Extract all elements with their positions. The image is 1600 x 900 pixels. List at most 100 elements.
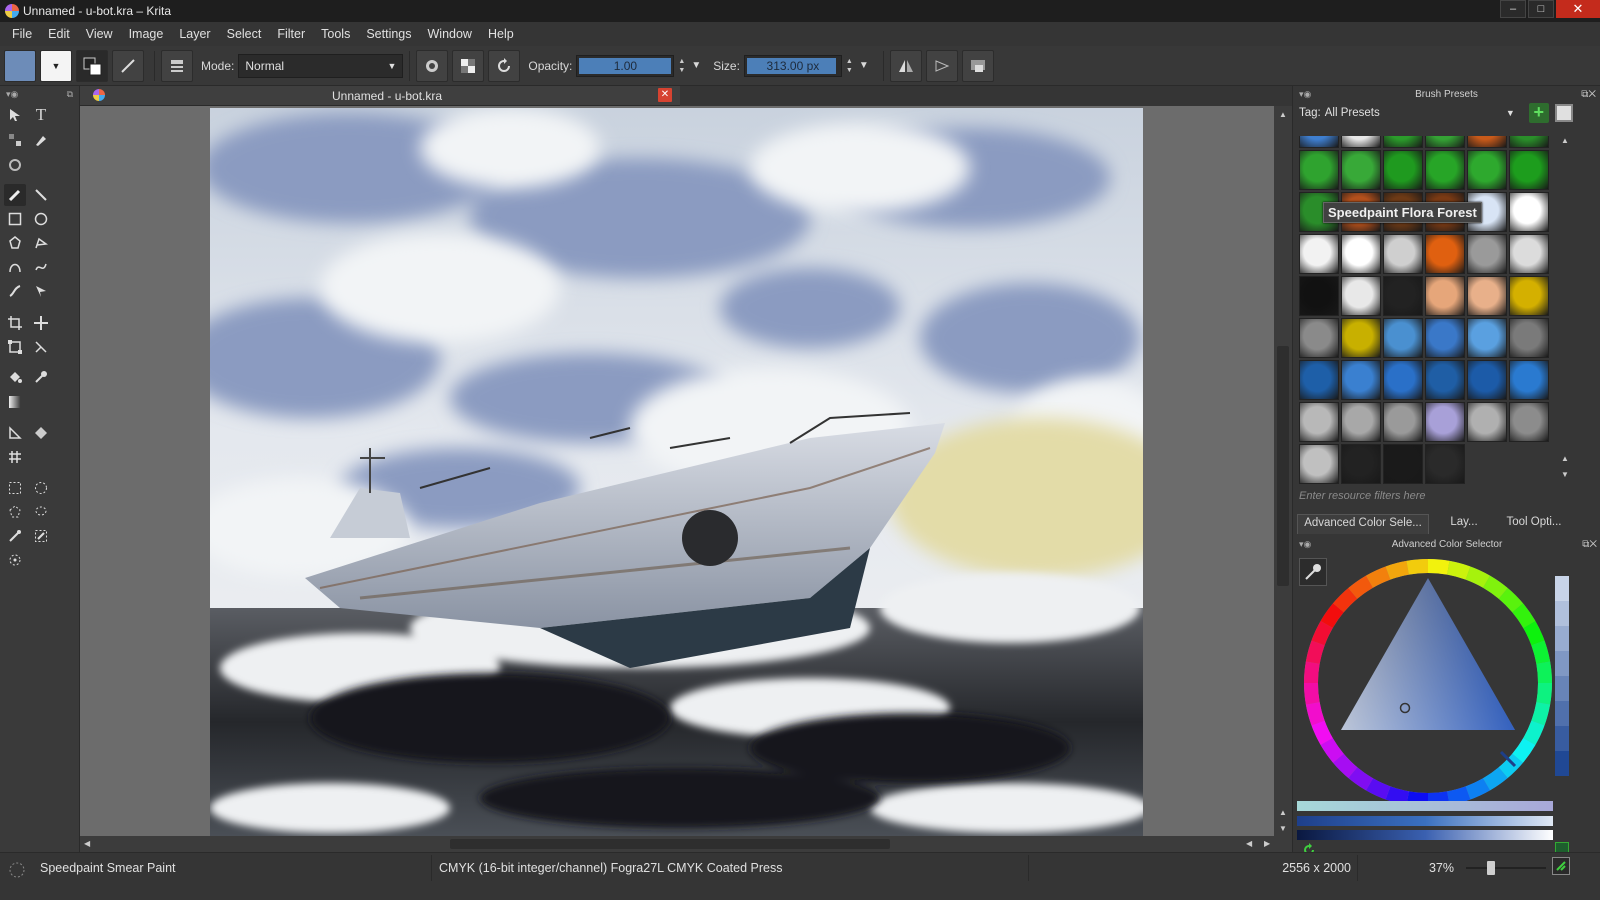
menu-filter[interactable]: Filter	[269, 22, 313, 46]
painting-canvas[interactable]	[210, 108, 1143, 836]
tab-layers[interactable]: Lay...	[1429, 514, 1499, 534]
shade-swatch[interactable]	[1555, 701, 1569, 726]
brush-preset-thumb[interactable]	[1425, 360, 1465, 400]
brush-preset-thumb[interactable]	[1425, 150, 1465, 190]
brush-preset-thumb[interactable]	[1341, 150, 1381, 190]
horizontal-scroll-thumb[interactable]	[450, 839, 890, 849]
transform-tool[interactable]	[4, 336, 26, 358]
brush-preset-thumb[interactable]	[1341, 136, 1381, 148]
shade-column[interactable]	[1555, 576, 1569, 776]
hue-ring-segment[interactable]	[1406, 791, 1429, 807]
brush-preset-thumb[interactable]	[1467, 318, 1507, 358]
menu-layer[interactable]: Layer	[171, 22, 218, 46]
brush-preset-thumb[interactable]	[1509, 234, 1549, 274]
brush-preset-thumb[interactable]	[1425, 234, 1465, 274]
brush-preset-thumb[interactable]	[1425, 402, 1465, 442]
hue-ring-segment[interactable]	[1305, 701, 1325, 726]
grid-tool[interactable]	[4, 446, 26, 468]
hue-ring-segment[interactable]	[1512, 603, 1536, 629]
hue-ring-segment[interactable]	[1366, 566, 1391, 588]
scroll-left-icon[interactable]: ◀	[84, 839, 90, 848]
brush-preset-thumb[interactable]	[1299, 276, 1339, 316]
scroll-up-end-icon[interactable]: ▲	[1279, 808, 1287, 817]
hue-ring-segment[interactable]	[1406, 559, 1429, 575]
ellipse-selection-tool[interactable]	[30, 477, 52, 499]
hue-ring-segment[interactable]	[1311, 720, 1333, 745]
hue-ring-segment[interactable]	[1348, 575, 1374, 599]
scroll-up-icon[interactable]: ▲	[1561, 136, 1569, 145]
brush-preset-thumb[interactable]	[1383, 360, 1423, 400]
brush-preset-thumb[interactable]	[1341, 234, 1381, 274]
hue-ring-segment[interactable]	[1446, 560, 1471, 580]
scroll-down-icon[interactable]: ▼	[1279, 824, 1287, 833]
calligraphy-tool[interactable]	[30, 129, 52, 151]
brush-preset-thumb[interactable]	[1509, 402, 1549, 442]
brush-preset-thumb[interactable]	[1341, 360, 1381, 400]
canvas-area[interactable]	[80, 106, 1274, 836]
hue-ring-segment[interactable]	[1482, 767, 1508, 791]
similar-color-selection-tool[interactable]	[30, 525, 52, 547]
brush-preset-thumb[interactable]	[1467, 136, 1507, 148]
rectangle-tool[interactable]	[4, 208, 26, 230]
brush-preset-thumb[interactable]	[1509, 276, 1549, 316]
mirror-vertical-button[interactable]	[925, 49, 958, 82]
alpha-lock-button[interactable]	[452, 49, 485, 82]
brush-preset-thumb[interactable]	[1383, 234, 1423, 274]
opacity-stepper[interactable]: ▲ ▼	[678, 57, 685, 75]
opacity-preset-dropdown-icon[interactable]: ▼	[691, 60, 701, 71]
menu-view[interactable]: View	[78, 22, 121, 46]
hue-ring-segment[interactable]	[1304, 661, 1320, 684]
contiguous-selection-tool[interactable]	[4, 525, 26, 547]
zoom-slider[interactable]	[1466, 861, 1546, 875]
hue-ring-segment[interactable]	[1385, 786, 1410, 806]
hue-ring-segment[interactable]	[1465, 778, 1490, 800]
menu-settings[interactable]: Settings	[358, 22, 419, 46]
hue-ring-segment[interactable]	[1385, 560, 1410, 580]
hue-ring-segment[interactable]	[1482, 575, 1508, 599]
size-preset-dropdown-icon[interactable]: ▼	[859, 60, 869, 71]
hue-ring-segment[interactable]	[1320, 603, 1344, 629]
text-tool[interactable]: T	[30, 104, 52, 126]
vertical-scroll-thumb[interactable]	[1277, 346, 1289, 586]
brush-preset-thumb[interactable]	[1467, 234, 1507, 274]
hue-ring-segment[interactable]	[1320, 737, 1344, 763]
hue-ring-segment[interactable]	[1427, 791, 1450, 807]
reference-images-tool[interactable]	[4, 154, 26, 176]
brush-preset-thumb[interactable]	[1425, 276, 1465, 316]
brush-preset-thumb[interactable]	[1383, 402, 1423, 442]
add-preset-button[interactable]: +	[1528, 103, 1549, 123]
shade-slider-1[interactable]	[1297, 801, 1553, 811]
float-close-icon[interactable]: ⧉✕	[1582, 539, 1597, 550]
hue-ring-segment[interactable]	[1333, 588, 1358, 613]
hue-ring-segment[interactable]	[1305, 640, 1325, 665]
shade-swatch[interactable]	[1555, 576, 1569, 601]
hue-ring-segment[interactable]	[1523, 621, 1545, 646]
float-close-icon[interactable]: ⧉✕	[1581, 89, 1596, 100]
brush-preset-thumb[interactable]	[1467, 360, 1507, 400]
hue-ring-segment[interactable]	[1446, 786, 1471, 806]
assistant-tool[interactable]	[4, 422, 26, 444]
mirror-horizontal-button[interactable]	[889, 49, 922, 82]
brush-preset-button[interactable]	[112, 49, 144, 82]
brush-preset-thumb[interactable]	[1509, 136, 1549, 148]
reset-brush-button[interactable]	[416, 49, 449, 82]
shade-swatch[interactable]	[1555, 651, 1569, 676]
brush-preset-thumb[interactable]	[1299, 318, 1339, 358]
tag-select[interactable]: All Presets ▼	[1325, 104, 1515, 122]
polygon-tool[interactable]	[4, 232, 26, 254]
shade-swatch[interactable]	[1555, 726, 1569, 751]
gradient-tool[interactable]	[4, 391, 26, 413]
hue-ring-segment[interactable]	[1536, 661, 1552, 684]
brush-preset-thumb[interactable]	[1299, 360, 1339, 400]
freehand-path-tool[interactable]	[30, 256, 52, 278]
shade-swatch[interactable]	[1555, 601, 1569, 626]
hue-ring-segment[interactable]	[1366, 778, 1391, 800]
measure-tool[interactable]	[30, 336, 52, 358]
bezier-curve-tool[interactable]	[4, 256, 26, 278]
hue-ring-segment[interactable]	[1304, 682, 1320, 705]
opacity-slider[interactable]: 1.00	[576, 54, 675, 77]
collapse-icon[interactable]: ▾◉	[6, 89, 18, 100]
pattern-selector-button[interactable]: ▼	[40, 49, 72, 82]
hue-ring-segment[interactable]	[1523, 720, 1545, 745]
float-icon[interactable]: ⧉	[67, 89, 73, 100]
